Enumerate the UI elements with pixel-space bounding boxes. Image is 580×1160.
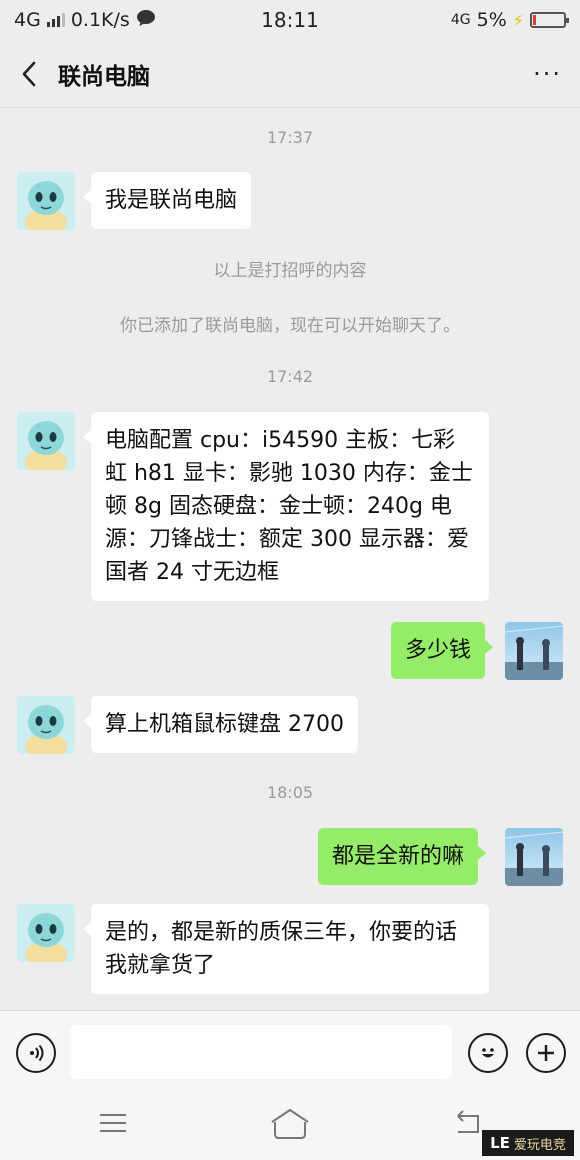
back-nav-button[interactable] xyxy=(452,1108,482,1142)
voice-icon xyxy=(30,1044,44,1062)
home-button[interactable] xyxy=(270,1108,310,1144)
status-right: 4G 5% ⚡ xyxy=(450,9,569,31)
contact-avatar[interactable] xyxy=(17,696,75,754)
navigation-bar: LE 爱玩电竞 xyxy=(0,1092,580,1160)
more-options-button[interactable]: ··· xyxy=(533,60,562,88)
message-notification-icon xyxy=(136,9,156,32)
contact-avatar[interactable] xyxy=(17,412,75,470)
outgoing-message[interactable]: 都是全新的嘛 xyxy=(318,828,487,885)
incoming-message[interactable]: 是的，都是新的质保三年，你要的话我就拿货了 xyxy=(83,904,489,994)
menu-icon xyxy=(100,1114,126,1132)
watermark-logo: LE xyxy=(490,1134,510,1152)
chat-title: 联尚电脑 xyxy=(58,63,150,90)
timestamp: 17:42 xyxy=(266,367,314,386)
emoji-button[interactable] xyxy=(468,1033,508,1073)
plus-icon xyxy=(538,1045,554,1061)
recent-apps-button[interactable] xyxy=(98,1108,128,1142)
input-bar xyxy=(0,1010,580,1092)
battery-percent: 5% xyxy=(476,9,507,31)
user-avatar[interactable] xyxy=(505,622,563,680)
system-message: 以上是打招呼的内容 xyxy=(213,261,367,281)
watermark-text: 爱玩电竞 xyxy=(513,1137,566,1153)
signal-icon xyxy=(46,13,65,27)
chat-messages[interactable]: 17:37 我是联尚电脑 以上是打招呼的内容 你已添加了联尚电脑，现在可以开始聊… xyxy=(0,108,580,1010)
chevron-left-icon xyxy=(22,61,36,86)
emoji-icon xyxy=(482,1048,494,1058)
outgoing-message[interactable]: 多少钱 xyxy=(391,622,494,679)
voice-button[interactable] xyxy=(16,1033,56,1073)
contact-avatar[interactable] xyxy=(17,904,75,962)
home-icon xyxy=(271,1108,309,1139)
user-avatar[interactable] xyxy=(505,828,563,886)
network-type-label: 4G xyxy=(14,9,41,31)
back-button[interactable] xyxy=(0,40,58,108)
battery-icon xyxy=(530,12,569,28)
status-bar: 4G 0.1K/s 18:11 4G 5% ⚡ xyxy=(0,0,580,40)
incoming-message[interactable]: 电脑配置 cpu：i54590 主板：七彩虹 h81 显卡：影驰 1030 内存… xyxy=(83,412,489,601)
network-type-right: 4G xyxy=(450,12,471,28)
status-left: 4G 0.1K/s xyxy=(14,9,156,32)
timestamp: 17:37 xyxy=(266,128,314,147)
chat-header: 联尚电脑 ··· xyxy=(0,40,580,108)
timestamp: 18:05 xyxy=(266,783,314,802)
more-functions-button[interactable] xyxy=(526,1033,566,1073)
incoming-message[interactable]: 我是联尚电脑 xyxy=(82,172,252,229)
back-icon xyxy=(457,1110,479,1133)
watermark: LE 爱玩电竞 xyxy=(482,1130,574,1156)
charging-icon: ⚡ xyxy=(512,10,524,30)
message-input[interactable] xyxy=(70,1025,452,1079)
battery-fill xyxy=(533,15,536,25)
system-message: 你已添加了联尚电脑，现在可以开始聊天了。 xyxy=(120,316,460,336)
contact-avatar[interactable] xyxy=(17,172,75,230)
network-speed: 0.1K/s xyxy=(70,9,130,31)
incoming-message[interactable]: 算上机箱鼠标键盘 2700 xyxy=(83,696,358,753)
